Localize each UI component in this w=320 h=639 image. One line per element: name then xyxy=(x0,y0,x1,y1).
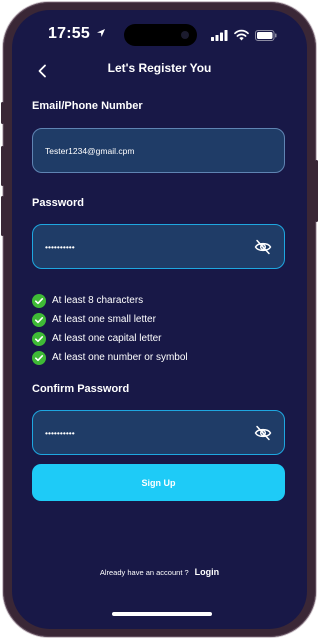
status-time: 17:55 xyxy=(48,25,90,42)
email-input[interactable] xyxy=(33,129,284,172)
confirm-password-input[interactable] xyxy=(33,411,284,454)
check-circle-icon xyxy=(32,294,46,308)
password-input[interactable] xyxy=(33,225,284,268)
phone-side-button xyxy=(1,146,4,186)
password-field-container xyxy=(32,224,285,269)
dynamic-island xyxy=(124,24,197,46)
eye-off-icon[interactable] xyxy=(254,239,272,255)
location-arrow-icon xyxy=(97,29,105,37)
check-circle-icon xyxy=(32,332,46,346)
home-indicator[interactable] xyxy=(112,612,212,616)
cellular-signal-icon xyxy=(211,30,228,41)
check-circle-icon xyxy=(32,313,46,327)
login-prompt: Already have an account ? Login xyxy=(12,567,307,577)
battery-icon xyxy=(255,30,277,41)
status-bar: 17:55 xyxy=(12,10,307,54)
footer-prompt-text: Already have an account ? xyxy=(99,568,189,577)
rule-text: At least one small letter xyxy=(52,314,156,325)
confirm-password-label: Confirm Password xyxy=(32,383,130,395)
camera-icon xyxy=(181,31,189,39)
confirm-password-field-container xyxy=(32,410,285,455)
email-label: Email/Phone Number xyxy=(32,100,143,112)
phone-side-button xyxy=(1,196,4,236)
wifi-icon xyxy=(234,29,249,41)
email-field-container xyxy=(32,128,285,173)
login-link[interactable]: Login xyxy=(195,567,220,577)
check-circle-icon xyxy=(32,351,46,365)
sign-up-button[interactable]: Sign Up xyxy=(32,464,285,501)
app-screen: 17:55 Let's Register You Email/Phone Num… xyxy=(12,10,307,629)
rule-text: At least one capital letter xyxy=(52,333,162,344)
phone-side-button xyxy=(315,160,318,222)
eye-off-icon[interactable] xyxy=(254,425,272,441)
password-label: Password xyxy=(32,197,84,209)
phone-side-button xyxy=(1,102,4,124)
rule-text: At least 8 characters xyxy=(52,295,144,306)
rule-text: At least one number or symbol xyxy=(52,352,188,363)
page-title: Let's Register You xyxy=(107,61,212,75)
